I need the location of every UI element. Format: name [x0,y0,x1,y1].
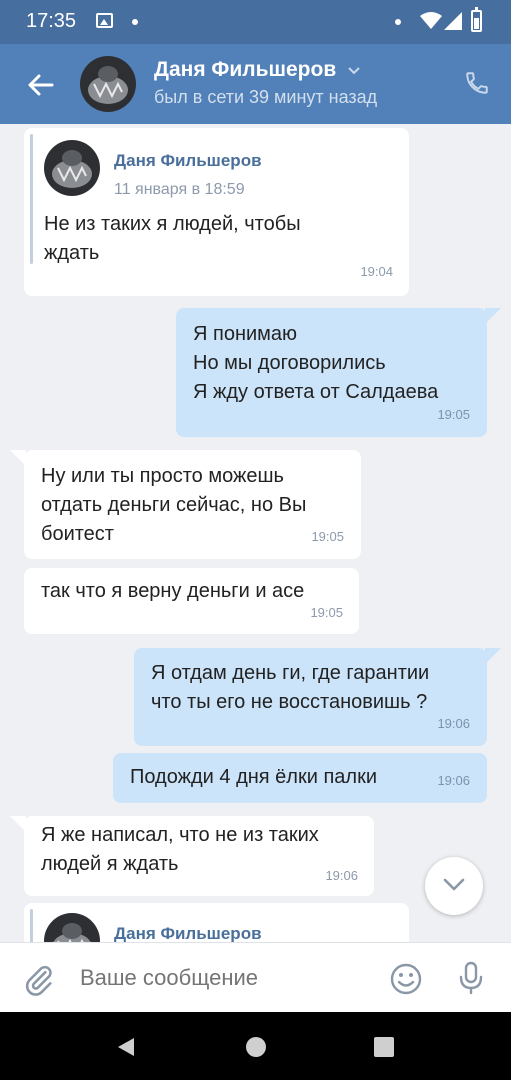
battery-icon [471,7,482,32]
arrow-left-icon[interactable] [24,68,58,102]
message-text: Я же написал, что не из таких людей я жд… [41,824,319,875]
message-text: Я отдам день ги, где гарантии что ты его… [151,662,430,713]
bubble-tail [10,450,26,466]
signal-icon [444,12,462,30]
message-text: так что я верну деньги и асе [41,580,305,602]
forwarded-date: 11 января в 18:59 [114,181,245,198]
scroll-to-bottom-button[interactable] [425,857,483,915]
message-text: Я понимаю Но мы договорились Я жду ответ… [193,323,439,403]
bubble-tail [10,816,26,832]
gallery-notification-icon [96,13,113,28]
message-outgoing[interactable]: Я отдам день ги, где гарантии что ты его… [134,648,487,746]
bubble-tail [485,308,501,324]
nav-back-icon[interactable] [114,1036,136,1058]
avatar[interactable] [80,56,136,112]
chevron-down-icon[interactable] [347,66,361,76]
avatar[interactable] [44,140,100,196]
paperclip-icon[interactable] [22,963,56,997]
wifi-icon [420,12,442,29]
avatar[interactable] [44,913,100,942]
microphone-icon[interactable] [458,961,484,995]
message-input[interactable] [80,965,370,991]
forwarded-sender-name[interactable]: Даня Фильшеров [114,146,262,175]
message-incoming[interactable]: так что я верну деньги и асе 19:05 [24,568,359,634]
contact-name[interactable]: Даня Фильшеров [154,58,336,82]
status-time: 17:35 [26,10,77,32]
status-bar: 17:35 [0,0,511,44]
nav-home-icon[interactable] [245,1036,267,1058]
message-text: Не из таких я людей, чтобы ждать [44,213,301,264]
notification-dot-icon [395,19,401,25]
smile-icon[interactable] [389,962,423,996]
message-incoming-forwarded[interactable]: Даня Фильшеров 11 января в 18:59 Не из т… [24,128,409,296]
message-list[interactable]: Даня Фильшеров 11 января в 18:59 Не из т… [0,124,511,942]
message-text: Ну или ты просто можешь отдать деньги се… [41,465,307,545]
forwarded-sender-name[interactable]: Даня Фильшеров [114,919,262,942]
message-time: 19:06 [437,716,470,731]
message-outgoing[interactable]: Подожди 4 дня ёлки палки 19:06 [113,753,487,803]
chevron-down-icon [443,878,465,891]
message-time: 19:06 [437,773,470,788]
message-time: 19:05 [437,407,470,422]
forward-indicator-bar [30,134,33,264]
message-text: Подожди 4 дня ёлки палки [130,766,378,788]
message-time: 19:06 [325,868,358,883]
message-incoming[interactable]: Ну или ты просто можешь отдать деньги се… [24,450,361,559]
system-navigation-bar [0,1012,511,1080]
message-incoming[interactable]: Я же написал, что не из таких людей я жд… [24,816,374,896]
notification-dot-icon [132,19,138,25]
nav-recents-icon[interactable] [373,1036,395,1058]
message-incoming-forwarded[interactable]: Даня Фильшеров [24,903,409,942]
message-time: 19:05 [311,529,344,544]
bubble-tail [485,648,501,664]
message-composer [0,942,511,1012]
message-time: 19:05 [310,605,343,620]
chat-header: Даня Фильшеров был в сети 39 минут назад [0,44,511,124]
contact-last-seen: был в сети 39 минут назад [154,87,378,107]
forward-indicator-bar [30,909,33,942]
phone-icon[interactable] [464,70,490,96]
message-outgoing[interactable]: Я понимаю Но мы договорились Я жду ответ… [176,308,487,437]
message-time: 19:04 [360,264,393,279]
